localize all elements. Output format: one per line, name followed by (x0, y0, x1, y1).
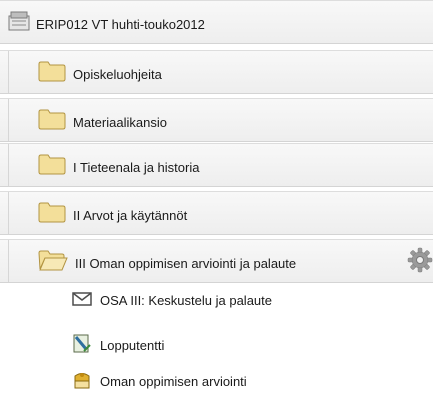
folder-open-icon (37, 248, 69, 275)
folder-row-inner: I Tieteenala ja historia (8, 144, 433, 186)
item-label[interactable]: OSA III: Keskustelu ja palaute (100, 293, 272, 308)
folder-closed-icon (37, 107, 67, 134)
gear-icon[interactable] (407, 247, 433, 276)
folder-label[interactable]: Materiaalikansio (73, 115, 167, 130)
folder-row-oman-oppimisen[interactable]: III Oman oppimisen arviointi ja palaute (0, 239, 433, 283)
item-keskustelu[interactable]: OSA III: Keskustelu ja palaute (72, 289, 272, 311)
folder-row-arvot[interactable]: II Arvot ja käytännöt (0, 191, 433, 235)
envelope-icon (72, 291, 92, 310)
folder-closed-icon (37, 200, 67, 227)
course-title[interactable]: ERIP012 VT huhti-touko2012 (36, 17, 205, 32)
folder-label[interactable]: II Arvot ja käytännöt (73, 208, 187, 223)
folder-row-inner: Materiaalikansio (8, 99, 433, 141)
folder-label[interactable]: I Tieteenala ja historia (73, 160, 199, 175)
survey-icon (72, 370, 92, 393)
folder-closed-icon (37, 59, 67, 86)
course-row-inner: ERIP012 VT huhti-touko2012 (0, 1, 433, 43)
course-row[interactable]: ERIP012 VT huhti-touko2012 (0, 0, 433, 44)
folder-row-materiaalikansio[interactable]: Materiaalikansio (0, 98, 433, 142)
item-lopputentti[interactable]: Lopputentti (72, 334, 164, 356)
exam-icon (72, 334, 92, 357)
folder-row-inner: Opiskeluohjeita (8, 51, 433, 93)
course-icon (8, 11, 30, 34)
folder-row-tieteenala[interactable]: I Tieteenala ja historia (0, 143, 433, 187)
folder-row-inner: III Oman oppimisen arviointi ja palaute (8, 240, 433, 282)
item-label[interactable]: Oman oppimisen arviointi (100, 374, 247, 389)
folder-label[interactable]: III Oman oppimisen arviointi ja palaute (75, 256, 296, 271)
item-label[interactable]: Lopputentti (100, 338, 164, 353)
folder-label[interactable]: Opiskeluohjeita (73, 67, 162, 82)
item-oman-oppimisen-arviointi[interactable]: Oman oppimisen arviointi (72, 370, 247, 392)
folder-row-opiskeluohjeita[interactable]: Opiskeluohjeita (0, 50, 433, 94)
folder-closed-icon (37, 152, 67, 179)
folder-row-inner: II Arvot ja käytännöt (8, 192, 433, 234)
